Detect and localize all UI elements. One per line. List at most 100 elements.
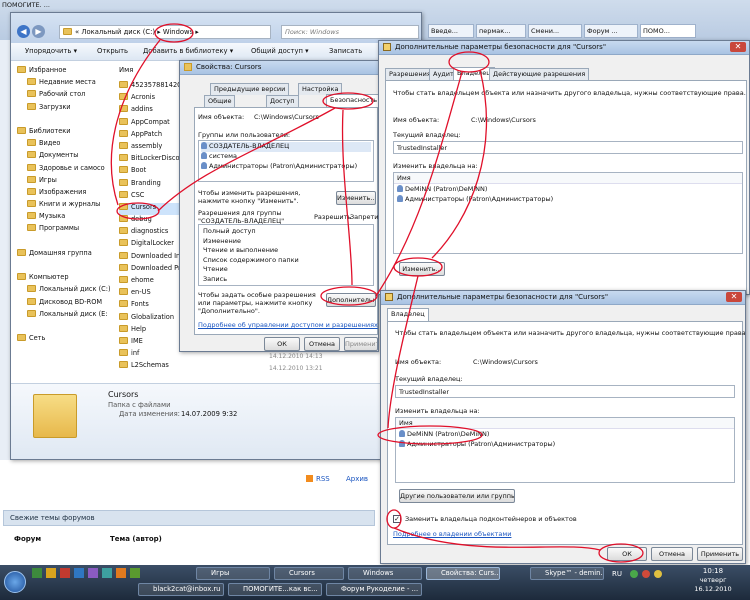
app-icon[interactable] (88, 568, 98, 578)
forward-button[interactable]: ▶ (32, 25, 45, 38)
apply-button[interactable]: Применить (344, 337, 378, 351)
taskbar-button[interactable]: Форум Рукоделие - ... (326, 583, 422, 596)
taskbar-button[interactable]: Свойства: Curs... (426, 567, 500, 580)
permission-row: Список содержимого папки (203, 255, 299, 264)
ownership-help-link[interactable]: Подробнее о владении объектами (393, 530, 511, 538)
nav-item[interactable]: Локальный диск (E: (15, 309, 111, 322)
nav-item[interactable]: Изображения (15, 187, 111, 200)
access-control-help-link[interactable]: Подробнее об управлении доступом и разре… (198, 321, 378, 329)
taskbar: Игры Cursors Windows Свойства: Curs... S… (0, 565, 750, 600)
file-item[interactable]: L2Schemas (119, 361, 191, 373)
object-name-label: Имя объекта: (393, 116, 440, 124)
column-name-header[interactable]: Имя (119, 66, 133, 74)
browser-tab[interactable]: ПОМО... (640, 24, 696, 38)
start-button[interactable] (4, 571, 26, 593)
cancel-button[interactable]: Отмена (651, 547, 693, 561)
nav-item[interactable]: Библиотеки (15, 126, 111, 139)
browser-tab[interactable]: Форум ... (584, 24, 638, 38)
taskbar-button[interactable]: black2cat@inbox.ru (138, 583, 224, 596)
address-bar[interactable]: « Локальный диск (C:) ▸ Windows ▸ (59, 25, 271, 39)
tab-permissions[interactable]: Разрешения (385, 68, 435, 80)
back-button[interactable]: ◀ (17, 25, 30, 38)
nav-item[interactable]: Здоровье и самосо (15, 163, 111, 176)
taskbar-button[interactable]: ПОМОГИТЕ...как вс... (228, 583, 322, 596)
cancel-button[interactable]: Отмена (304, 337, 340, 351)
replace-owner-checkbox[interactable]: ✓ (393, 515, 401, 523)
share-button[interactable]: Общий доступ ▾ (251, 47, 309, 55)
nav-item[interactable]: Недавние места (15, 78, 111, 90)
advanced-button[interactable]: Дополнительно (326, 293, 376, 307)
tab-general[interactable]: Общие (204, 95, 236, 107)
nav-item[interactable]: Музыка (15, 212, 111, 224)
browser-tab[interactable]: Введе... (428, 24, 474, 38)
add-to-library-button[interactable]: Добавить в библиотеку ▾ (143, 47, 233, 55)
burn-button[interactable]: Записать (329, 47, 362, 55)
change-owner-button[interactable]: Изменить... (399, 262, 445, 276)
app-icon[interactable] (46, 568, 56, 578)
tray-icon[interactable] (654, 570, 662, 578)
owner-candidate-row[interactable]: Администраторы (Patron\Администраторы) (396, 439, 734, 449)
tab-effective-permissions[interactable]: Действующие разрешения (489, 68, 590, 80)
nav-item[interactable]: Программы (15, 224, 111, 236)
nav-item[interactable]: Документы (15, 151, 111, 163)
nav-item[interactable]: Сеть (15, 334, 111, 346)
nav-icon (17, 334, 26, 342)
language-indicator[interactable]: RU (612, 570, 622, 578)
address-crumb[interactable]: Windows (163, 28, 193, 36)
browser-tab[interactable]: пермак... (476, 24, 526, 38)
owner-candidate-row[interactable]: DeMiNN (Patron\DeMiNN) (394, 184, 742, 194)
search-input[interactable]: Поиск: Windows (281, 25, 419, 39)
tray-icon[interactable] (630, 570, 638, 578)
owner-candidate-row[interactable]: Администраторы (Patron\Администраторы) (394, 194, 742, 204)
owner-intro: Чтобы стать владельцем объекта или назна… (393, 89, 746, 97)
taskbar-button[interactable]: Windows (348, 567, 422, 580)
nav-item[interactable]: Загрузки (15, 102, 111, 115)
group-row[interactable]: система (201, 152, 371, 162)
browser-tab[interactable]: Смени... (528, 24, 582, 38)
nav-item[interactable]: Домашняя группа (15, 248, 111, 261)
app-icon[interactable] (102, 568, 112, 578)
nav-item[interactable]: Локальный диск (C:) (15, 285, 111, 297)
ok-button[interactable]: ОК (264, 337, 300, 351)
ok-button[interactable]: ОК (607, 547, 647, 561)
open-button[interactable]: Открыть (97, 47, 128, 55)
clock[interactable]: 10:18 четверг 16.12.2010 (682, 567, 744, 594)
folder-icon (119, 251, 128, 259)
tab-security[interactable]: Безопасность (326, 94, 378, 107)
tab-sharing[interactable]: Доступ (266, 95, 299, 107)
nav-item[interactable]: Книги и журналы (15, 200, 111, 212)
allow-column: Разрешить (314, 213, 352, 221)
change-button[interactable]: Изменить... (336, 191, 376, 205)
group-row[interactable]: СОЗДАТЕЛЬ-ВЛАДЕЛЕЦ (201, 142, 371, 152)
tray-icon[interactable] (642, 570, 650, 578)
owner-candidate-row[interactable]: DeMiNN (Patron\DeMiNN) (396, 429, 734, 439)
app-icon[interactable] (130, 568, 140, 578)
nav-item[interactable]: Избранное (15, 66, 111, 78)
tab-previous-versions[interactable]: Предыдущие версии (210, 83, 290, 95)
taskbar-button[interactable]: Cursors (274, 567, 344, 580)
app-icon[interactable] (60, 568, 70, 578)
taskbar-button[interactable]: Игры (196, 567, 270, 580)
tab-owner[interactable]: Владелец (387, 308, 429, 321)
owner-candidates-list[interactable]: Имя DeMiNN (Patron\DeMiNN) Администратор… (393, 172, 743, 254)
apply-button[interactable]: Применить (697, 547, 743, 561)
nav-item[interactable]: Рабочий стол (15, 90, 111, 102)
nav-item[interactable]: Видео (15, 139, 111, 151)
address-crumb[interactable]: Локальный диск (C:) (81, 28, 155, 36)
taskbar-button[interactable]: Skype™ - demin... (530, 567, 604, 580)
app-icon[interactable] (116, 568, 126, 578)
rss-link[interactable]: RSS (306, 475, 330, 483)
app-icon[interactable] (32, 568, 42, 578)
nav-item[interactable]: Игры (15, 175, 111, 188)
other-users-button[interactable]: Другие пользователи или группы... (399, 489, 515, 503)
app-icon[interactable] (74, 568, 84, 578)
close-icon[interactable]: ✕ (730, 42, 746, 52)
organize-button[interactable]: Упорядочить ▾ (25, 47, 77, 55)
nav-item[interactable]: Дисковод BD-ROM (15, 297, 111, 310)
owner-candidates-list[interactable]: Имя DeMiNN (Patron\DeMiNN) Администратор… (395, 417, 735, 483)
close-icon[interactable]: ✕ (726, 292, 742, 302)
groups-list[interactable]: СОЗДАТЕЛЬ-ВЛАДЕЛЕЦ система Администраторы … (198, 140, 374, 182)
archive-link[interactable]: Архив (346, 475, 368, 483)
nav-item[interactable]: Компьютер (15, 273, 111, 285)
group-row[interactable]: Администраторы (Patron\Администраторы) (201, 162, 371, 172)
